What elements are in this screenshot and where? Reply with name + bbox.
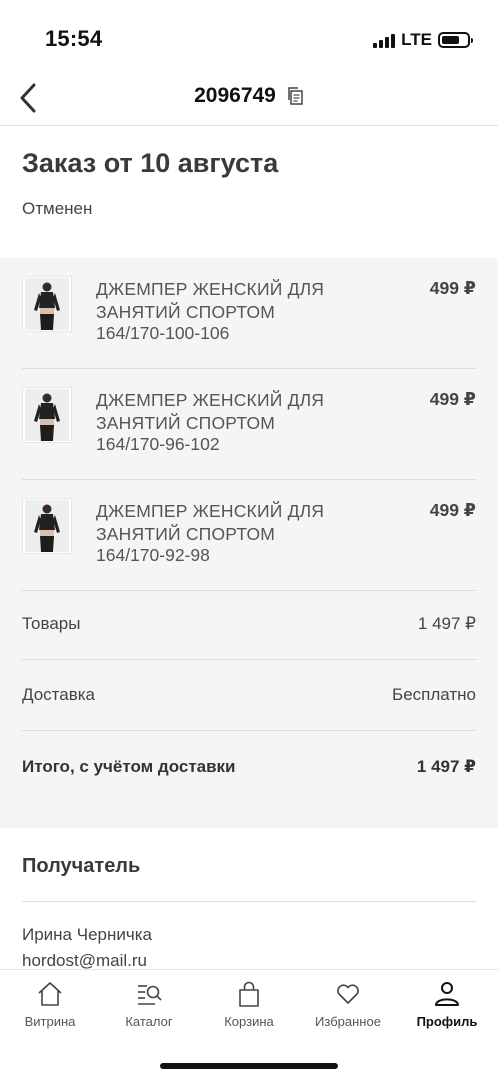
tab-label: Каталог <box>125 1014 173 1029</box>
divider <box>22 901 476 902</box>
product-image <box>22 498 72 554</box>
tab-label: Избранное <box>315 1014 381 1029</box>
order-title: Заказ от 10 августа <box>22 148 279 178</box>
signal-icon <box>373 32 396 48</box>
network-label: LTE <box>401 30 432 49</box>
status-bar: 15:54 LTE <box>0 0 498 80</box>
battery-icon <box>438 32 473 48</box>
recipient-title: Получатель <box>22 855 141 877</box>
tab-catalog[interactable]: Каталог <box>104 980 194 1040</box>
status-time: 15:54 <box>45 26 103 51</box>
copy-icon[interactable] <box>286 86 304 106</box>
goods-value: 1 497 ₽ <box>417 614 476 633</box>
order-item[interactable]: ДЖЕМПЕР ЖЕНСКИЙ ДЛЯ ЗАНЯТИЙ СПОРТОМ 164/… <box>22 480 476 591</box>
item-name: ДЖЕМПЕР ЖЕНСКИЙ ДЛЯ ЗАНЯТИЙ СПОРТОМ <box>96 279 325 322</box>
status-indicators: LTE <box>373 30 473 50</box>
page-title-bar: 2096749 <box>0 84 498 108</box>
tab-label: Профиль <box>416 1014 478 1029</box>
recipient-email: hordost@mail.ru <box>22 951 147 970</box>
delivery-row: Доставка Бесплатно <box>22 660 476 731</box>
tab-showcase[interactable]: Витрина <box>5 980 95 1040</box>
product-image <box>22 276 72 332</box>
order-number: 2096749 <box>194 84 276 107</box>
item-size: 164/170-96-102 <box>96 434 220 454</box>
recipient-name: Ирина Черничка <box>22 925 152 944</box>
order-summary: ДЖЕМПЕР ЖЕНСКИЙ ДЛЯ ЗАНЯТИЙ СПОРТОМ 164/… <box>0 258 498 828</box>
heart-icon <box>337 984 359 1004</box>
tab-favorites[interactable]: Избранное <box>303 980 393 1040</box>
goods-label: Товары <box>22 614 81 633</box>
item-price: 499 ₽ <box>429 500 476 520</box>
item-size: 164/170-92-98 <box>96 545 210 565</box>
tab-label: Корзина <box>224 1014 274 1029</box>
grand-total-row: Итого, с учётом доставки 1 497 ₽ <box>22 731 476 802</box>
item-size: 164/170-100-106 <box>96 323 230 343</box>
order-status: Отменен <box>22 199 93 218</box>
item-price: 499 ₽ <box>429 278 476 298</box>
nav-header: 2096749 <box>0 70 498 126</box>
delivery-value: Бесплатно <box>392 685 476 704</box>
catalog-search-icon <box>138 985 162 1005</box>
bag-icon <box>239 981 259 1007</box>
delivery-label: Доставка <box>22 685 96 704</box>
tab-cart[interactable]: Корзина <box>204 980 294 1040</box>
order-item[interactable]: ДЖЕМПЕР ЖЕНСКИЙ ДЛЯ ЗАНЯТИЙ СПОРТОМ 164/… <box>22 258 476 369</box>
order-header: Заказ от 10 августа Отменен <box>22 148 278 219</box>
total-value: 1 497 ₽ <box>416 756 476 776</box>
home-icon <box>38 982 62 1006</box>
total-label: Итого, с учётом доставки <box>22 756 236 776</box>
item-price: 499 ₽ <box>429 389 476 409</box>
item-name: ДЖЕМПЕР ЖЕНСКИЙ ДЛЯ ЗАНЯТИЙ СПОРТОМ <box>96 390 325 433</box>
item-name: ДЖЕМПЕР ЖЕНСКИЙ ДЛЯ ЗАНЯТИЙ СПОРТОМ <box>96 501 325 544</box>
profile-icon <box>435 982 459 1006</box>
order-item[interactable]: ДЖЕМПЕР ЖЕНСКИЙ ДЛЯ ЗАНЯТИЙ СПОРТОМ 164/… <box>22 369 476 480</box>
home-indicator <box>160 1063 338 1069</box>
goods-total-row: Товары 1 497 ₽ <box>22 589 476 660</box>
tab-profile[interactable]: Профиль <box>402 980 492 1040</box>
product-image <box>22 387 72 443</box>
tab-label: Витрина <box>24 1014 76 1029</box>
